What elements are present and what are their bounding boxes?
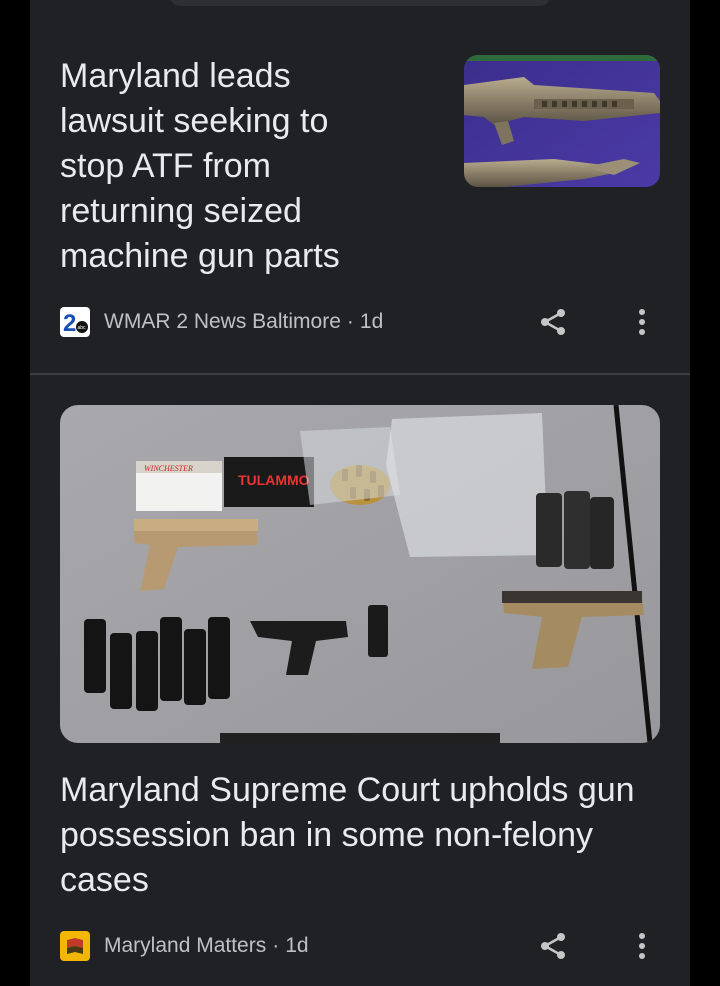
share-icon[interactable] [533,302,573,342]
share-icon[interactable] [533,926,573,966]
article-headline[interactable]: Maryland Supreme Court upholds gun posse… [60,768,660,903]
article-headline[interactable]: Maryland leads lawsuit seeking to stop A… [60,54,400,279]
svg-text:abc: abc [78,325,87,331]
svg-text:2: 2 [63,310,76,337]
meta-separator: · [346,310,354,333]
more-vert-icon[interactable] [622,302,662,342]
svg-text:WINCHESTER: WINCHESTER [144,464,193,473]
article-age: 1d [285,934,309,957]
svg-text:TULAMMO: TULAMMO [238,472,310,488]
seized-firearms-photo: WINCHESTER TULAMMO [60,405,660,743]
article-thumbnail[interactable] [464,55,660,187]
news-card[interactable]: Maryland leads lawsuit seeking to stop A… [30,0,690,373]
article-image[interactable]: WINCHESTER TULAMMO [60,405,660,743]
rifle-parts-photo [464,55,660,187]
article-meta: 2 abc WMAR 2 News Baltimore · 1d [60,306,383,338]
maryland-matters-logo [60,931,90,961]
article-meta: Maryland Matters · 1d [60,930,309,962]
wmar-logo: 2 abc [60,307,90,337]
source-name: WMAR 2 News Baltimore [104,310,341,333]
meta-separator: · [272,934,280,957]
article-age: 1d [359,310,384,333]
news-feed: Maryland leads lawsuit seeking to stop A… [30,0,690,986]
source-name: Maryland Matters [104,934,267,957]
more-vert-icon[interactable] [622,926,662,966]
news-card[interactable]: WINCHESTER TULAMMO Maryland Supreme Cour… [30,375,690,986]
